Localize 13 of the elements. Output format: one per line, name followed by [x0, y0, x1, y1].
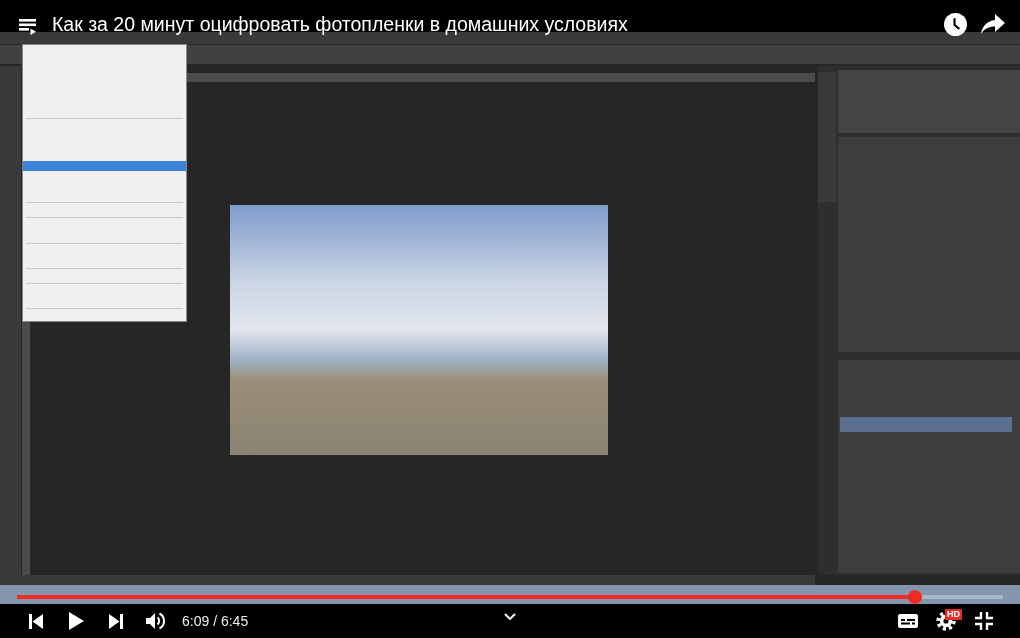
skip-previous-icon [29, 613, 43, 629]
subtitles-icon [898, 614, 918, 628]
chevron-down-icon [504, 612, 516, 620]
skip-next-icon [109, 613, 123, 629]
time-display: 6:09 / 6:45 [182, 613, 249, 629]
more-videos-button[interactable] [502, 610, 518, 622]
settings-button[interactable]: HD [928, 604, 964, 638]
quality-badge: HD [945, 609, 962, 620]
playlist-icon [19, 16, 37, 35]
share-arrow-icon [981, 14, 1005, 34]
clock-icon [943, 12, 967, 36]
video-title[interactable]: Как за 20 минут оцифровать фотопленки в домашних условиях [52, 12, 628, 36]
watch-later-button[interactable] [941, 10, 969, 38]
